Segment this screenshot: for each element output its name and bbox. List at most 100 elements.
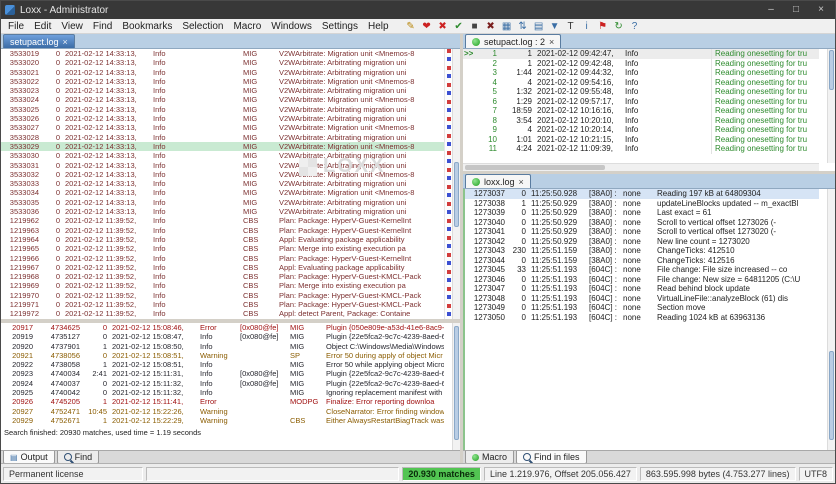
info-icon[interactable]: i: [580, 20, 594, 33]
log-row[interactable]: 1219965 0 2021-02-12 11:39:52, Info CBS …: [1, 244, 444, 253]
delete-icon[interactable]: ✖: [484, 20, 498, 33]
tab-setupact-log[interactable]: setupact.log ×: [3, 34, 75, 48]
flag-icon[interactable]: ⚑: [596, 20, 610, 33]
search-result-row[interactable]: 20927 4752471 10:45 2021-02-12 15:22:26,…: [1, 407, 444, 416]
log-row[interactable]: 1273037 0 11:25:50.928 [38A0] : none Rea…: [465, 189, 819, 199]
vertical-scrollbar[interactable]: [827, 189, 835, 450]
log-row[interactable]: 1219962 0 2021-02-12 11:39:52, Info CBS …: [1, 216, 444, 225]
log-row[interactable]: 9 4 2021-02-12 10:20:14, Info Reading on…: [463, 125, 819, 135]
close-button[interactable]: ×: [811, 3, 831, 17]
vertical-scrollbar[interactable]: [827, 49, 835, 163]
log-row[interactable]: 1219972 0 2021-02-12 11:39:52, Info CBS …: [1, 309, 444, 318]
bookmark-strip[interactable]: [444, 49, 452, 319]
vertical-scrollbar[interactable]: [452, 49, 460, 319]
log-row[interactable]: 1273045 33 11:25:51.193 [604C] : none Fi…: [465, 265, 819, 275]
grid-icon[interactable]: ▦: [500, 20, 514, 33]
menu-item[interactable]: Help: [363, 21, 394, 32]
menu-item[interactable]: View: [56, 21, 88, 32]
log-row[interactable]: 1273050 0 11:25:51.193 [604C] : none Rea…: [465, 313, 819, 323]
log-row[interactable]: 3533032 0 2021-02-12 14:33:13, Info MIG …: [1, 170, 444, 179]
log-row[interactable]: 1273041 0 11:25:50.929 [38A0] : none Scr…: [465, 227, 819, 237]
pencil-icon[interactable]: ✎: [404, 20, 418, 33]
text-icon[interactable]: T: [564, 20, 578, 33]
log-row[interactable]: 3533022 0 2021-02-12 14:33:13, Info MIG …: [1, 77, 444, 86]
tab-close-icon[interactable]: ×: [519, 177, 524, 187]
tab-setupact-log-2[interactable]: setupact.log : 2 ×: [465, 34, 562, 48]
search-result-row[interactable]: 20921 4738056 0 2021-02-12 15:08:51, War…: [1, 351, 444, 360]
menu-item[interactable]: Windows: [266, 21, 317, 32]
log-row[interactable]: 1219963 0 2021-02-12 11:39:52, Info CBS …: [1, 226, 444, 235]
check-icon[interactable]: ✔: [452, 20, 466, 33]
minimize-button[interactable]: –: [761, 3, 781, 17]
menu-item[interactable]: Bookmarks: [117, 21, 177, 32]
menu-item[interactable]: Find: [88, 21, 117, 32]
log-row[interactable]: 1273038 1 11:25:50.929 [38A0] : none upd…: [465, 199, 819, 209]
log-row[interactable]: 3533025 0 2021-02-12 14:33:13, Info MIG …: [1, 105, 444, 114]
log-row[interactable]: 3 1:44 2021-02-12 09:44:32, Info Reading…: [463, 68, 819, 78]
log-row[interactable]: 1273049 0 11:25:51.193 [604C] : none Sec…: [465, 303, 819, 313]
log-row[interactable]: 3533021 0 2021-02-12 14:33:13, Info MIG …: [1, 68, 444, 77]
search-result-row[interactable]: 20920 4737901 1 2021-02-12 15:08:50, Inf…: [1, 342, 444, 351]
log-row[interactable]: 10 1:01 2021-02-12 10:21:15, Info Readin…: [463, 134, 819, 144]
log-row[interactable]: 3533027 0 2021-02-12 14:33:13, Info MIG …: [1, 123, 444, 132]
log-row[interactable]: >> 1 1 2021-02-12 09:42:47, Info Reading…: [463, 49, 819, 59]
menu-item[interactable]: Macro: [228, 21, 266, 32]
log-row[interactable]: 3533023 0 2021-02-12 14:33:13, Info MIG …: [1, 86, 444, 95]
log-row[interactable]: 3533036 0 2021-02-12 14:33:13, Info MIG …: [1, 207, 444, 216]
log-row[interactable]: 7 18:59 2021-02-12 10:16:16, Info Readin…: [463, 106, 819, 116]
log-row[interactable]: 3533020 0 2021-02-12 14:33:13, Info MIG …: [1, 58, 444, 67]
tab-close-icon[interactable]: ×: [549, 37, 554, 47]
log-row[interactable]: 1273042 0 11:25:50.929 [38A0] : none New…: [465, 237, 819, 247]
search-result-row[interactable]: 20919 4735127 0 2021-02-12 15:08:47, Inf…: [1, 332, 444, 341]
log-row[interactable]: 3533024 0 2021-02-12 14:33:13, Info MIG …: [1, 95, 444, 104]
sort-icon[interactable]: ⇅: [516, 20, 530, 33]
help-icon[interactable]: ?: [628, 20, 642, 33]
menu-item[interactable]: Settings: [317, 21, 363, 32]
log-row[interactable]: 1273047 0 11:25:51.193 [604C] : none Rea…: [465, 284, 819, 294]
log-row[interactable]: 6 1:29 2021-02-12 09:57:17, Info Reading…: [463, 96, 819, 106]
status-encoding[interactable]: UTF8: [798, 466, 833, 481]
search-result-row[interactable]: 20926 4745205 1 2021-02-12 15:11:41, Err…: [1, 397, 444, 406]
scrollbar-thumb[interactable]: [465, 165, 605, 170]
log-row[interactable]: 3533026 0 2021-02-12 14:33:13, Info MIG …: [1, 114, 444, 123]
stop-icon[interactable]: ■: [468, 20, 482, 33]
log-row[interactable]: 1273048 0 11:25:51.193 [604C] : none Vir…: [465, 294, 819, 304]
log-row[interactable]: 3533033 0 2021-02-12 14:33:13, Info MIG …: [1, 179, 444, 188]
search-result-row[interactable]: 20929 4752671 1 2021-02-12 15:22:29, War…: [1, 416, 444, 425]
search-result-row[interactable]: 20917 4734625 0 2021-02-12 15:08:46, Err…: [1, 323, 444, 332]
log-row[interactable]: 1219970 0 2021-02-12 11:39:52, Info CBS …: [1, 291, 444, 300]
log-row[interactable]: 1219968 0 2021-02-12 11:39:52, Info CBS …: [1, 272, 444, 281]
status-matches[interactable]: 20.930 matches: [402, 466, 481, 481]
horizontal-scrollbar[interactable]: [463, 163, 819, 171]
log-row[interactable]: 1273043 230 11:25:51.159 [38A0] : none C…: [465, 246, 819, 256]
menu-item[interactable]: Edit: [29, 21, 56, 32]
maximize-button[interactable]: □: [786, 3, 806, 17]
rows-icon[interactable]: ▤: [532, 20, 546, 33]
log-row[interactable]: 1219971 0 2021-02-12 11:39:52, Info CBS …: [1, 300, 444, 309]
log-row[interactable]: 3533030 0 2021-02-12 14:33:13, Info MIG …: [1, 151, 444, 160]
vertical-scrollbar[interactable]: [452, 323, 460, 450]
log-row[interactable]: 3533019 0 2021-02-12 14:33:13, Info MIG …: [1, 49, 444, 58]
close-x-icon[interactable]: ✖: [436, 20, 450, 33]
search-result-row[interactable]: 20925 4740042 0 2021-02-12 15:11:32, Inf…: [1, 388, 444, 397]
log-row[interactable]: 4 4 2021-02-12 09:54:16, Info Reading on…: [463, 77, 819, 87]
search-result-row[interactable]: 20922 4738058 1 2021-02-12 15:08:51, Inf…: [1, 360, 444, 369]
search-result-row[interactable]: 20924 4740037 0 2021-02-12 15:11:32, Inf…: [1, 379, 444, 388]
tab-close-icon[interactable]: ×: [63, 37, 68, 47]
menu-item[interactable]: Selection: [177, 21, 228, 32]
log-row[interactable]: 5 1:32 2021-02-12 09:55:48, Info Reading…: [463, 87, 819, 97]
log-row[interactable]: 2 1 2021-02-12 09:42:48, Info Reading on…: [463, 58, 819, 68]
tab-loxx-log[interactable]: loxx.log ×: [465, 174, 531, 188]
log-row[interactable]: 1219966 0 2021-02-12 11:39:52, Info CBS …: [1, 254, 444, 263]
log-row[interactable]: 8 3:54 2021-02-12 10:20:10, Info Reading…: [463, 115, 819, 125]
log-row[interactable]: 1219967 0 2021-02-12 11:39:52, Info CBS …: [1, 263, 444, 272]
heart-icon[interactable]: ❤: [420, 20, 434, 33]
log-row[interactable]: 1273046 0 11:25:51.193 [604C] : none Fil…: [465, 275, 819, 285]
log-row[interactable]: 1273039 0 11:25:50.929 [38A0] : none Las…: [465, 208, 819, 218]
log-row[interactable]: 3533029 0 2021-02-12 14:33:13, Info MIG …: [1, 141, 444, 152]
refresh-icon[interactable]: ↻: [612, 20, 626, 33]
log-row[interactable]: 1273044 0 11:25:51.159 [38A0] : none Cha…: [465, 256, 819, 266]
log-row[interactable]: 1219964 0 2021-02-12 11:39:52, Info CBS …: [1, 235, 444, 244]
log-row[interactable]: 11 4:24 2021-02-12 11:09:39, Info Readin…: [463, 144, 819, 154]
log-row[interactable]: 3533035 0 2021-02-12 14:33:13, Info MIG …: [1, 198, 444, 207]
